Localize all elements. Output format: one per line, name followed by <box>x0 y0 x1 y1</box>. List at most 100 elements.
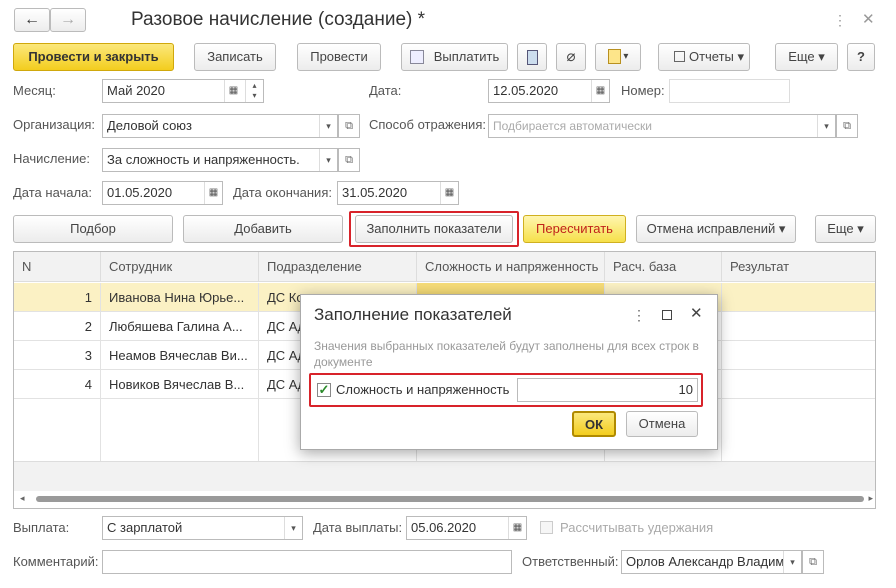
date-value: 12.05.2020 <box>493 83 559 98</box>
open-accrual-button[interactable]: ⧉ <box>338 148 360 172</box>
col-department[interactable]: Подразделение <box>259 252 417 282</box>
window-title: Разовое начисление (создание) * <box>131 9 426 30</box>
accrual-field[interactable]: За сложность и напряженность. ▾ <box>102 148 338 172</box>
payout-field[interactable]: С зарплатой ▾ <box>102 516 303 540</box>
cancel-button[interactable]: Отмена <box>626 411 698 437</box>
responsible-label: Ответственный: <box>522 554 619 569</box>
post-and-close-button[interactable]: Провести и закрыть <box>13 43 174 71</box>
payout-label: Выплата: <box>13 520 70 535</box>
end-date-label: Дата окончания: <box>233 185 332 200</box>
calendar-icon[interactable]: ▦ <box>440 182 458 204</box>
dialog-close-icon[interactable]: ✕ <box>690 304 703 322</box>
dropdown-icon[interactable]: ▾ <box>319 149 337 171</box>
calculator-button[interactable] <box>517 43 547 71</box>
forward-button[interactable]: → <box>50 8 86 32</box>
back-button[interactable]: ← <box>14 8 50 32</box>
reflect-field[interactable]: Подбирается автоматически ▾ <box>488 114 836 138</box>
dropdown-icon[interactable]: ▾ <box>284 517 302 539</box>
spin-icon[interactable]: ▴ ▾ <box>245 80 263 102</box>
dialog-menu-icon[interactable]: ⋮ <box>632 307 646 324</box>
deduct-checkbox[interactable] <box>540 521 553 534</box>
col-employee[interactable]: Сотрудник <box>101 252 259 282</box>
cancel-fixes-label: Отмена исправлений <box>646 221 776 236</box>
indicator-value-field[interactable]: 10 <box>517 378 698 402</box>
reports-label: Отчеты <box>688 49 734 64</box>
month-value: Май 2020 <box>107 83 165 98</box>
col-n[interactable]: N <box>14 252 101 282</box>
calendar-icon[interactable]: ▦ <box>224 80 242 102</box>
comment-label: Комментарий: <box>13 554 99 569</box>
post-button[interactable]: Провести <box>297 43 381 71</box>
recalculate-button[interactable]: Пересчитать <box>523 215 626 243</box>
start-date-field[interactable]: 01.05.2020 ▦ <box>102 181 223 205</box>
number-label: Номер: <box>621 83 665 98</box>
row-employee: Новиков Вячеслав В... <box>101 370 259 399</box>
row-n: 2 <box>14 312 101 341</box>
cancel-fixes-button[interactable]: Отмена исправлений ▾ <box>636 215 796 243</box>
org-value: Деловой союз <box>107 118 193 133</box>
col-base[interactable]: Расч. база <box>605 252 722 282</box>
org-field[interactable]: Деловой союз ▾ <box>102 114 338 138</box>
accrual-value: За сложность и напряженность. <box>107 152 300 167</box>
responsible-field[interactable]: Орлов Александр Владим ▾ <box>621 550 802 574</box>
horizontal-scrollbar[interactable]: ◂ ▸ <box>14 491 875 508</box>
fill-indicators-button[interactable]: Заполнить показатели <box>355 215 513 243</box>
open-org-button[interactable]: ⧉ <box>338 114 360 138</box>
create-based-button[interactable]: ▾ <box>595 43 641 71</box>
dialog-title: Заполнение показателей <box>314 305 512 324</box>
row-n: 3 <box>14 341 101 370</box>
deduct-label: Рассчитывать удержания <box>560 520 714 535</box>
help-button[interactable]: ? <box>847 43 875 71</box>
table-footer <box>14 461 875 491</box>
paydate-field[interactable]: 05.06.2020 ▦ <box>406 516 527 540</box>
responsible-value: Орлов Александр Владим <box>626 554 785 569</box>
col-result[interactable]: Результат <box>722 252 875 282</box>
org-label: Организация: <box>13 117 96 132</box>
calendar-icon[interactable]: ▦ <box>591 80 609 102</box>
comment-field[interactable] <box>102 550 512 574</box>
dropdown-icon[interactable]: ▾ <box>783 551 801 573</box>
more-label: Еще <box>788 49 815 64</box>
scrollbar-thumb[interactable] <box>36 496 864 502</box>
start-date-value: 01.05.2020 <box>107 185 173 200</box>
paydate-value: 05.06.2020 <box>411 520 477 535</box>
more-button[interactable]: Еще ▾ <box>775 43 838 71</box>
dialog-maximize-icon[interactable] <box>662 310 672 320</box>
date-field[interactable]: 12.05.2020 ▦ <box>488 79 610 103</box>
save-button[interactable]: Записать <box>194 43 276 71</box>
attach-button[interactable]: ⌀ <box>556 43 586 71</box>
dropdown-icon[interactable]: ▾ <box>319 115 337 137</box>
select-button[interactable]: Подбор <box>13 215 173 243</box>
open-responsible-button[interactable]: ⧉ <box>802 550 824 574</box>
indicator-checkbox[interactable]: ✓ <box>317 383 331 397</box>
calendar-icon[interactable]: ▦ <box>508 517 526 539</box>
payout-value: С зарплатой <box>107 520 183 535</box>
open-reflect-button[interactable]: ⧉ <box>836 114 858 138</box>
paydate-label: Дата выплаты: <box>313 520 403 535</box>
pay-button[interactable]: Выплатить <box>401 43 508 71</box>
number-field[interactable] <box>669 79 790 103</box>
end-date-field[interactable]: 31.05.2020 ▦ <box>337 181 459 205</box>
row-n: 4 <box>14 370 101 399</box>
grid-more-button[interactable]: Еще ▾ <box>815 215 876 243</box>
calendar-icon[interactable]: ▦ <box>204 182 222 204</box>
reflect-label: Способ отражения: <box>369 117 486 132</box>
close-window-icon[interactable]: ✕ <box>862 10 875 28</box>
scroll-right-icon[interactable]: ▸ <box>868 493 873 504</box>
grid-more-label: Еще <box>827 221 854 236</box>
pay-label: Выплатить <box>433 49 500 64</box>
dropdown-icon[interactable]: ▾ <box>817 115 835 137</box>
add-button[interactable]: Добавить <box>183 215 343 243</box>
row-result <box>722 370 875 399</box>
row-result <box>722 312 875 341</box>
month-label: Месяц: <box>13 83 56 98</box>
row-result <box>722 341 875 370</box>
scroll-left-icon[interactable]: ◂ <box>20 493 25 504</box>
reports-button[interactable]: Отчеты ▾ <box>658 43 750 71</box>
indicator-label: Сложность и напряженность <box>336 382 510 397</box>
col-complexity[interactable]: Сложность и напряженность <box>417 252 605 282</box>
ok-button[interactable]: ОК <box>572 411 616 437</box>
window-menu-icon[interactable]: ⋮ <box>833 12 847 29</box>
month-field[interactable]: Май 2020 ▦ ▴ ▾ <box>102 79 264 103</box>
fill-indicators-dialog: Заполнение показателей ⋮ ✕ Значения выбр… <box>300 294 718 450</box>
